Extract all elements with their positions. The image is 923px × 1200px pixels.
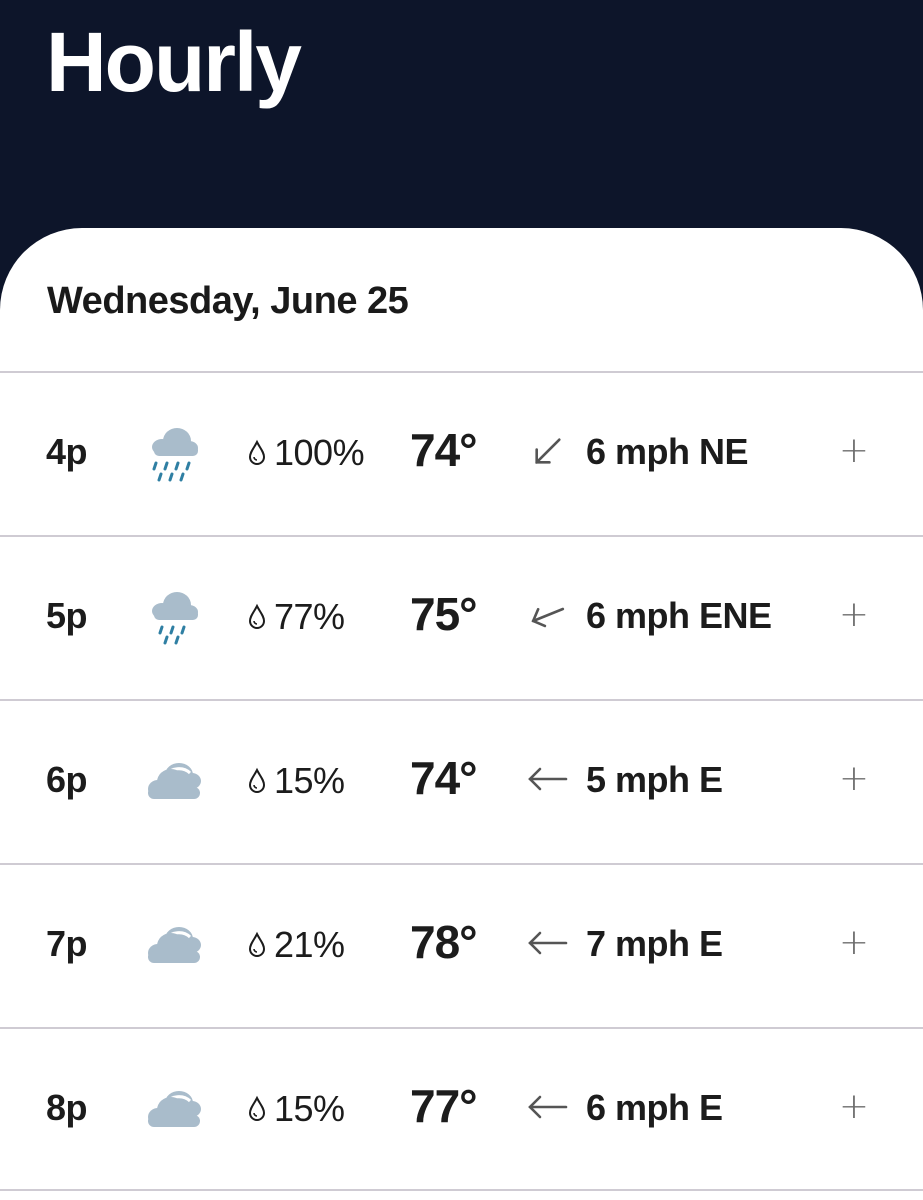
precip-value: 100% <box>274 432 365 473</box>
cloudy-icon <box>148 1091 201 1127</box>
hour-row[interactable]: 8p 15% 77° 6 mph E + <box>0 1027 923 1191</box>
drop-icon <box>248 1095 266 1121</box>
temperature: 78° <box>410 916 478 968</box>
precip-chance: 100% <box>246 431 365 475</box>
hour-time: 7p <box>46 923 88 964</box>
precip-value: 15% <box>274 760 345 801</box>
hour-row[interactable]: 4p 100% 74° 6 mph NE + <box>0 371 923 533</box>
page-header: Hourly <box>0 0 923 230</box>
page-title: Hourly <box>46 15 302 109</box>
temperature: 74° <box>410 752 478 804</box>
drop-icon <box>248 931 266 957</box>
hour-time: 8p <box>46 1087 88 1128</box>
expand-button[interactable]: + <box>838 429 870 473</box>
drop-icon <box>248 439 266 465</box>
rain-heavy-icon <box>152 428 198 482</box>
precip-chance: 21% <box>246 923 345 967</box>
drop-icon <box>248 767 266 793</box>
day-heading: Wednesday, June 25 <box>47 280 409 322</box>
wind-speed: 6 mph E <box>586 1087 723 1128</box>
wind-speed: 6 mph NE <box>586 431 749 472</box>
precip-value: 21% <box>274 924 345 965</box>
drop-icon <box>248 603 266 629</box>
hour-row[interactable]: 7p 21% 78° 7 mph E + <box>0 863 923 1025</box>
wind-speed: 7 mph E <box>586 923 723 964</box>
temperature: 74° <box>410 424 478 476</box>
wind-speed: 5 mph E <box>586 759 723 800</box>
wind-arrow-e-icon <box>528 931 568 955</box>
precip-value: 15% <box>274 1088 345 1129</box>
precip-chance: 77% <box>246 595 345 639</box>
hour-row[interactable]: 6p 15% 74° 5 mph E + <box>0 699 923 861</box>
precip-value: 77% <box>274 596 345 637</box>
precip-chance: 15% <box>246 759 345 803</box>
hourly-card: Wednesday, June 25 4p 100% 74° 6 mph NE … <box>0 228 923 1200</box>
wind-arrow-e-icon <box>528 767 568 791</box>
wind-speed: 6 mph ENE <box>586 595 772 636</box>
cloudy-icon <box>148 763 201 799</box>
temperature: 75° <box>410 588 478 640</box>
expand-button[interactable]: + <box>838 757 870 801</box>
wind-arrow-ne-icon <box>535 438 561 464</box>
expand-button[interactable]: + <box>838 593 870 637</box>
hour-time: 4p <box>46 431 88 472</box>
precip-chance: 15% <box>246 1087 345 1131</box>
temperature: 77° <box>410 1080 478 1132</box>
hour-time: 6p <box>46 759 88 800</box>
expand-button[interactable]: + <box>838 921 870 965</box>
wind-arrow-e-icon <box>528 1095 568 1119</box>
wind-arrow-ene-icon <box>531 607 565 628</box>
hour-row[interactable]: 5p 77% 75° 6 mph ENE + <box>0 535 923 697</box>
expand-button[interactable]: + <box>838 1085 870 1129</box>
hour-time: 5p <box>46 595 88 636</box>
rain-icon <box>152 592 198 645</box>
cloudy-icon <box>148 927 201 963</box>
